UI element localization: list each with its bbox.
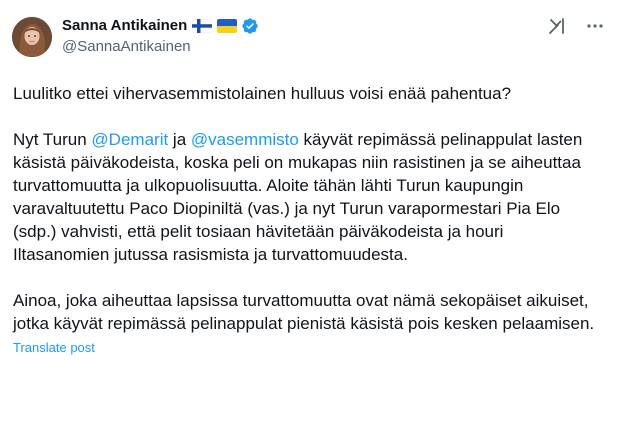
grok-icon[interactable] (547, 16, 567, 36)
header-actions (547, 16, 605, 36)
author-names: Sanna Antikainen @SannaAntikainen (62, 12, 259, 57)
name-row: Sanna Antikainen (62, 16, 259, 36)
more-horizontal-icon[interactable] (585, 16, 605, 36)
post-paragraph-3: Ainoa, joka aiheuttaa lapsissa turvattom… (13, 291, 595, 333)
post-card: Sanna Antikainen @SannaAntikainen Luulit… (0, 0, 621, 430)
post-text-segment: ja (168, 130, 191, 149)
finland-flag-icon (192, 19, 213, 33)
post-text-segment: Nyt Turun (13, 130, 92, 149)
mention-vasemmisto-link[interactable]: @vasemmisto (191, 130, 299, 149)
translate-post-link[interactable]: Translate post (12, 340, 95, 356)
verified-badge-icon[interactable] (241, 17, 259, 35)
ukraine-flag-icon (217, 19, 238, 33)
post-text: Luulitko ettei vihervasemmistolainen hul… (12, 82, 597, 335)
avatar[interactable] (12, 17, 52, 57)
author-display-name[interactable]: Sanna Antikainen (62, 16, 187, 36)
mention-demarit-link[interactable]: @Demarit (91, 130, 168, 149)
post-header: Sanna Antikainen @SannaAntikainen (12, 12, 605, 64)
avatar-image (12, 17, 52, 57)
author-handle[interactable]: @SannaAntikainen (62, 37, 259, 57)
post-paragraph-1: Luulitko ettei vihervasemmistolainen hul… (13, 84, 512, 103)
post-paragraph-2: Nyt Turun @Demarit ja @vasemmisto käyvät… (13, 128, 597, 266)
post-text-segment: käyvät repimässä pelinappulat lasten käs… (13, 130, 583, 264)
